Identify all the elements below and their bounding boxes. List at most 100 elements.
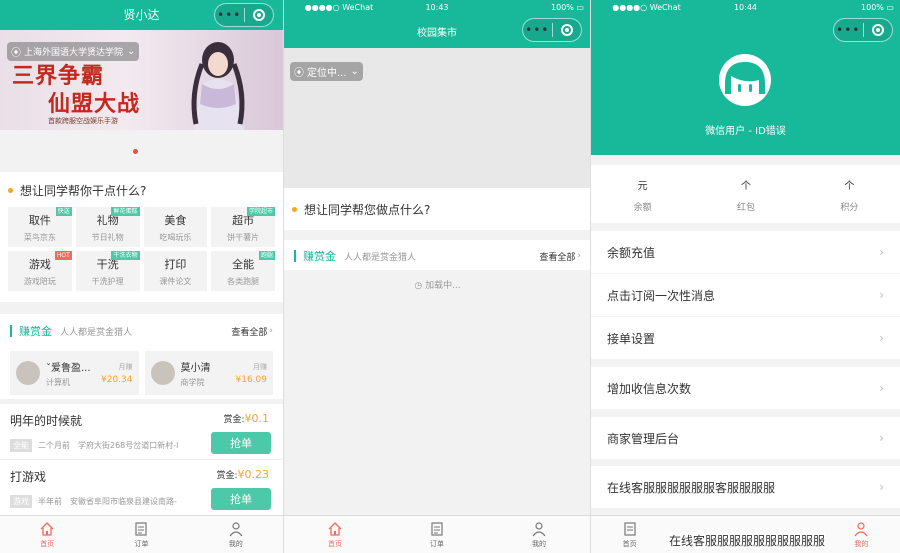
mini-program-capsule[interactable]: ••• bbox=[833, 18, 893, 42]
menu-item[interactable]: 在线客服服服服服服客服服服服 › bbox=[591, 466, 900, 508]
signal-icon: ●●●●○ bbox=[304, 3, 343, 12]
tab-profile[interactable]: 我的 bbox=[189, 516, 283, 553]
home-icon bbox=[40, 521, 54, 536]
battery-icon: ▭ bbox=[883, 3, 894, 12]
earning-period: 月赚 bbox=[118, 362, 133, 371]
menu-item-label: 商家管理后台 bbox=[607, 431, 680, 446]
more-icon[interactable]: ••• bbox=[523, 19, 552, 41]
service-desc: 饼干薯片 bbox=[227, 233, 260, 242]
menu-item[interactable]: 商家管理后台 › bbox=[591, 417, 900, 459]
menu-item[interactable]: 余额充值 › bbox=[591, 231, 900, 273]
stat-item[interactable]: 个积分 bbox=[798, 165, 900, 223]
market-screen: ●●●●○ WeChat 10:43 100% ▭ 校园集市 ••• ⦿ 定位中… bbox=[283, 0, 590, 553]
order-item[interactable]: 明年的时候就 赏金:¥0.1 全能 二个月前 学府大街268号岔道口新村-l 抢单 bbox=[0, 404, 283, 460]
service-item[interactable]: 取件 菜鸟京东 快送 bbox=[8, 207, 72, 247]
dot-icon bbox=[8, 188, 13, 193]
hunter-card[interactable]: 莫小清 商学院 月赚 ¥16.09 bbox=[144, 351, 273, 395]
tab-orders[interactable]: 订单 bbox=[386, 516, 488, 553]
tab-home[interactable]: 首页 bbox=[284, 516, 386, 553]
stat-label: 红包 bbox=[736, 203, 755, 213]
avatar[interactable] bbox=[719, 54, 771, 106]
service-name: 美食 bbox=[164, 214, 187, 227]
service-desc: 游戏陪玩 bbox=[23, 277, 56, 286]
tab-profile[interactable]: 我的 bbox=[823, 516, 900, 553]
service-item[interactable]: 游戏 游戏陪玩 HOT bbox=[8, 251, 72, 291]
reward-title: 赚赏金 bbox=[19, 325, 52, 338]
status-bar: ●●●●○ WeChat 10:44 100% ▭ bbox=[612, 3, 894, 12]
chevron-right-icon: › bbox=[879, 331, 884, 345]
carousel-dot-active[interactable] bbox=[133, 149, 138, 154]
service-badge: HOT bbox=[54, 251, 72, 260]
service-badge: 干洗衣物 bbox=[111, 251, 140, 260]
stat-label: 积分 bbox=[840, 203, 859, 213]
chevron-right-icon: › bbox=[879, 288, 884, 302]
tab-home[interactable]: 首页 bbox=[591, 516, 668, 553]
stat-item[interactable]: 元余额 bbox=[591, 165, 694, 223]
more-icon[interactable]: ••• bbox=[834, 19, 863, 41]
reward-section: 赚赏金 人人都是赏金猎人 查看全部 › bbox=[284, 240, 590, 270]
user-icon bbox=[229, 521, 243, 536]
banner-character-illustration bbox=[180, 34, 256, 130]
battery-icon: ▭ bbox=[573, 3, 584, 12]
order-tag: 全能 bbox=[10, 439, 32, 452]
mini-program-capsule[interactable]: ••• bbox=[522, 18, 582, 42]
reward-amount: ¥0.1 bbox=[244, 412, 270, 425]
service-item[interactable]: 打印 课件论文 bbox=[143, 251, 208, 291]
service-grid: 取件 菜鸟京东 快送 礼物 节日礼物 鲜花蛋糕 美食 吃喝玩乐 超市 饼干薯片 学院超市 游戏 游戏陪玩… bbox=[8, 207, 275, 291]
earning-amount: ¥20.34 bbox=[101, 374, 133, 385]
chevron-right-icon[interactable]: › bbox=[269, 326, 273, 336]
signal-icon: ●●●●○ bbox=[612, 3, 650, 12]
grab-order-button[interactable]: 抢单 bbox=[211, 432, 271, 454]
tab-orders[interactable]: 订单 bbox=[94, 516, 188, 553]
clock-icon: ◷ bbox=[414, 281, 426, 291]
order-list-icon bbox=[135, 521, 148, 536]
account-stats: 元余额个红包个积分 bbox=[591, 165, 900, 223]
hunter-card[interactable]: ˇ爱鲁盈... 计算机 月赚 ¥20.34 bbox=[10, 351, 139, 395]
order-list-icon bbox=[624, 521, 636, 536]
earning-amount: ¥16.09 bbox=[235, 374, 268, 385]
reward-amount: ¥0.23 bbox=[237, 468, 270, 481]
more-icon[interactable]: ••• bbox=[215, 4, 244, 26]
reward-title: 赚赏金 bbox=[303, 250, 336, 263]
view-all-link[interactable]: 查看全部 bbox=[539, 250, 575, 263]
location-selector[interactable]: ⦿ 定位中... ⌄ bbox=[290, 62, 363, 81]
menu-item-label: 余额充值 bbox=[607, 245, 656, 260]
service-desc: 节日礼物 bbox=[91, 233, 124, 242]
service-item[interactable]: 全能 各类跑腿 跑腿 bbox=[211, 251, 275, 291]
hunter-school: 商学院 bbox=[180, 377, 205, 387]
grab-order-button[interactable]: 抢单 bbox=[211, 488, 271, 510]
service-item[interactable]: 美食 吃喝玩乐 bbox=[143, 207, 208, 247]
location-selector[interactable]: ⦿ 上海外国语大学贤达学院 ⌄ bbox=[7, 42, 140, 61]
menu-item[interactable]: 增加收信息次数 › bbox=[591, 367, 900, 409]
stat-item[interactable]: 个红包 bbox=[694, 165, 797, 223]
clock: 10:44 bbox=[733, 3, 758, 12]
user-icon bbox=[854, 521, 868, 536]
user-icon bbox=[532, 521, 546, 536]
carousel-indicator bbox=[0, 130, 283, 168]
chevron-right-icon[interactable]: › bbox=[577, 251, 581, 261]
order-address: 安徽省阜阳市临泉县建设南路- bbox=[70, 497, 177, 506]
service-badge: 跑腿 bbox=[258, 251, 275, 260]
menu-item[interactable]: 点击订阅一次性消息 › bbox=[591, 274, 900, 316]
service-item[interactable]: 超市 饼干薯片 学院超市 bbox=[211, 207, 275, 247]
service-badge: 鲜花蛋糕 bbox=[111, 207, 140, 216]
chevron-right-icon: › bbox=[879, 431, 884, 445]
mini-program-capsule[interactable]: ••• bbox=[214, 3, 274, 27]
view-all-link[interactable]: 查看全部 bbox=[231, 325, 267, 338]
close-mini-program-icon[interactable] bbox=[864, 24, 893, 36]
tab-profile[interactable]: 我的 bbox=[488, 516, 590, 553]
menu-item-label: 增加收信息次数 bbox=[607, 381, 692, 396]
tab-bar: 首页 订单 我的 bbox=[284, 515, 590, 553]
service-item[interactable]: 礼物 节日礼物 鲜花蛋糕 bbox=[75, 207, 140, 247]
close-mini-program-icon[interactable] bbox=[245, 9, 274, 21]
order-list: 明年的时候就 赏金:¥0.1 全能 二个月前 学府大街268号岔道口新村-l 抢单 打游戏赏… bbox=[0, 404, 283, 516]
service-item[interactable]: 干洗 干洗护理 干洗衣物 bbox=[75, 251, 140, 291]
order-item[interactable]: 打游戏 赏金:¥0.23 游戏 半年前 安徽省阜阳市临泉县建设南路- 抢单 bbox=[0, 460, 283, 516]
close-mini-program-icon[interactable] bbox=[553, 24, 582, 36]
service-badge: 学院超市 bbox=[246, 207, 275, 216]
location-pin-icon: ⦿ bbox=[11, 48, 21, 59]
clock: 10:43 bbox=[425, 3, 449, 12]
menu-item[interactable]: 接单设置 › bbox=[591, 317, 900, 359]
chevron-down-icon: ⌄ bbox=[127, 46, 136, 57]
tab-home[interactable]: 首页 bbox=[0, 516, 94, 553]
